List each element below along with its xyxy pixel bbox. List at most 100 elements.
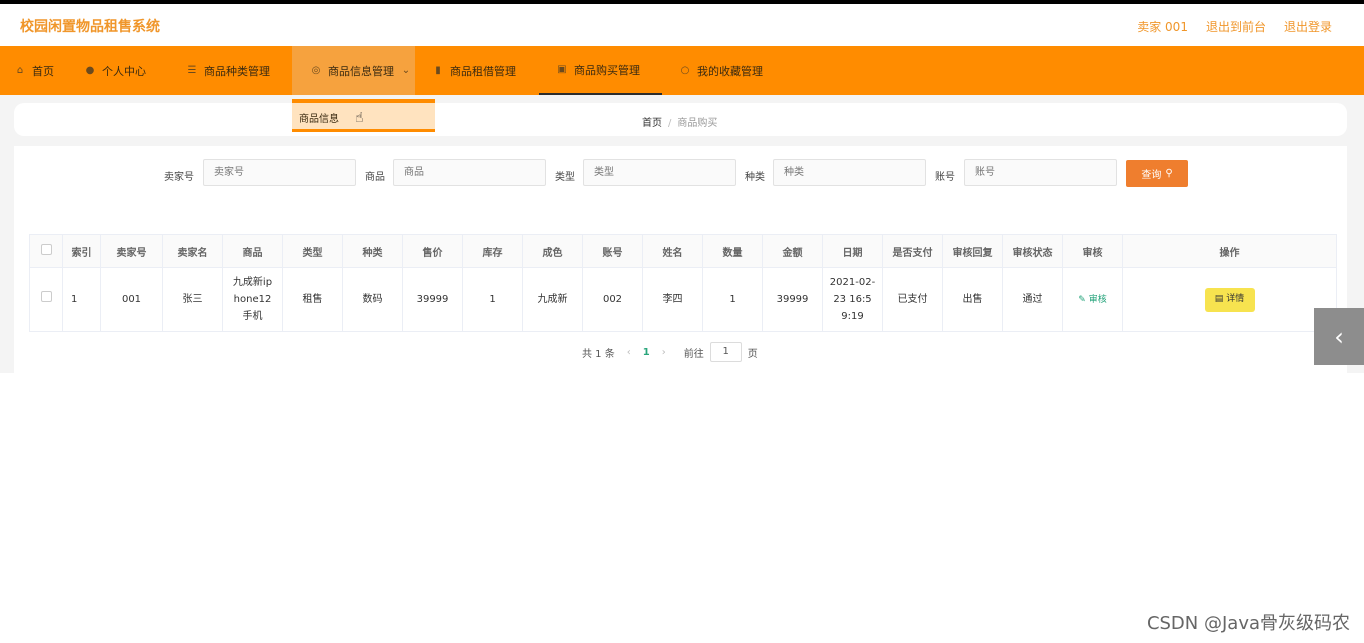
column-header: 姓名 [642, 234, 703, 268]
cell-quantity: 1 [702, 267, 763, 332]
column-header: 审核状态 [1002, 234, 1063, 268]
search-input-seller-no[interactable] [203, 159, 356, 186]
detail-button[interactable]: ▤ 详情 [1204, 287, 1255, 312]
search-label-category: 种类 [745, 172, 765, 183]
mouse-cursor-icon: ☝ [355, 110, 364, 126]
logout-link[interactable]: 退出登录 [1284, 18, 1332, 35]
column-header: 种类 [342, 234, 403, 268]
audit-link[interactable]: ✎ 审核 [1078, 295, 1106, 305]
table-header-row: 索引 卖家号 卖家名 商品 类型 种类 售价 库存 成色 账号 姓名 数量 金额… [29, 234, 1337, 268]
row-select-cell[interactable] [29, 267, 63, 332]
nav-label: 商品种类管理 [204, 64, 270, 78]
document-icon: ▤ [1214, 294, 1224, 304]
cell-audit: ✎ 审核 [1062, 267, 1123, 332]
cell-product: 九成新iphone12手机 [222, 267, 283, 332]
list-icon: ☰ [187, 65, 197, 76]
user-icon: ● [85, 65, 95, 76]
cell-seller-no: 001 [100, 267, 163, 332]
cell-stock: 1 [462, 267, 523, 332]
nav-item-rental-management[interactable]: ▮ 商品租借管理 [432, 46, 516, 95]
prev-page-icon[interactable]: ‹ [627, 347, 631, 358]
cell-audit-reply: 出售 [942, 267, 1003, 332]
column-header: 是否支付 [882, 234, 943, 268]
chevron-down-icon: ⌄ [401, 65, 411, 76]
header-links: 卖家 001 退出到前台 退出登录 [1137, 18, 1332, 35]
cell-amount: 39999 [762, 267, 823, 332]
search-label-type: 类型 [555, 172, 575, 183]
nav-item-purchase-management[interactable]: ▣ 商品购买管理 [539, 46, 662, 95]
dropdown-item-product-info[interactable]: 商品信息 [299, 110, 339, 125]
cell-category: 数码 [342, 267, 403, 332]
nav-label: 首页 [32, 64, 54, 78]
column-header: 售价 [402, 234, 463, 268]
column-header: 日期 [822, 234, 883, 268]
detail-button-label: 详情 [1226, 294, 1245, 304]
search-input-product[interactable] [393, 159, 546, 186]
column-header: 审核 [1062, 234, 1123, 268]
picture-icon: ▣ [557, 64, 567, 75]
nav-label: 商品租借管理 [450, 64, 516, 78]
column-header: 卖家名 [162, 234, 223, 268]
search-label-product: 商品 [365, 172, 385, 183]
column-header: 库存 [462, 234, 523, 268]
column-header: 成色 [522, 234, 583, 268]
page-number-current[interactable]: 1 [643, 347, 650, 358]
breadcrumb-home[interactable]: 首页 [642, 118, 662, 129]
search-icon: ⚲ [1165, 168, 1173, 179]
main-nav: ⌂ 首页 ● 个人中心 ☰ 商品种类管理 ◎ 商品信息管理 ⌄ ▮ 商品租借管理… [0, 46, 1364, 95]
app-header: 校园闲置物品租售系统 卖家 001 退出到前台 退出登录 [0, 4, 1364, 46]
cell-date: 2021-02-23 16:59:19 [822, 267, 883, 332]
exit-front-link[interactable]: 退出到前台 [1206, 18, 1266, 35]
nav-item-home[interactable]: ⌂ 首页 [14, 46, 54, 95]
cell-audit-status: 通过 [1002, 267, 1063, 332]
search-input-type[interactable] [583, 159, 736, 186]
breadcrumb-separator: / [668, 118, 672, 129]
breadcrumb-current: 商品购买 [677, 118, 718, 129]
search-label-seller-no: 卖家号 [164, 172, 194, 183]
cell-index: 1 [62, 267, 101, 332]
column-header: 索引 [62, 234, 101, 268]
pagination-total: 共 1 条 [582, 348, 615, 360]
nav-label: 商品信息管理 [328, 64, 394, 78]
edit-icon: ✎ [1078, 294, 1086, 305]
page-suffix: 页 [747, 348, 758, 360]
column-header: 账号 [582, 234, 643, 268]
chevron-left-icon[interactable]: ‹ [1314, 308, 1364, 365]
cell-price: 39999 [402, 267, 463, 332]
column-header: 数量 [702, 234, 763, 268]
goto-label: 前往 [683, 348, 704, 360]
table-row: 1 001 张三 九成新iphone12手机 租售 数码 39999 1 九成新… [29, 267, 1337, 332]
cell-condition: 九成新 [522, 267, 583, 332]
clipboard-icon: ▮ [435, 65, 441, 76]
home-icon: ⌂ [16, 65, 24, 76]
app-title: 校园闲置物品租售系统 [20, 19, 160, 35]
watermark: CSDN @Java骨灰级码农 [1146, 613, 1350, 634]
circle-icon: ○ [680, 65, 690, 76]
nav-item-personal-center[interactable]: ● 个人中心 [84, 46, 146, 95]
compass-icon: ◎ [311, 65, 321, 76]
next-page-icon[interactable]: › [662, 347, 666, 358]
search-input-account[interactable] [964, 159, 1117, 186]
column-header: 审核回复 [942, 234, 1003, 268]
row-checkbox[interactable] [40, 291, 52, 302]
purchase-table: 索引 卖家号 卖家名 商品 类型 种类 售价 库存 成色 账号 姓名 数量 金额… [29, 234, 1337, 332]
column-header: 操作 [1122, 234, 1337, 268]
column-header: 金额 [762, 234, 823, 268]
cell-actions: ▤ 详情 [1122, 267, 1337, 332]
select-all-checkbox[interactable] [40, 244, 52, 255]
nav-label: 商品购买管理 [574, 63, 640, 77]
search-button[interactable]: 查询 ⚲ [1126, 160, 1188, 187]
search-button-label: 查询 [1141, 170, 1162, 181]
user-label[interactable]: 卖家 001 [1137, 18, 1188, 35]
search-label-account: 账号 [935, 172, 955, 183]
nav-label: 个人中心 [102, 64, 146, 78]
select-all-cell[interactable] [29, 234, 63, 268]
nav-item-category-management[interactable]: ☰ 商品种类管理 [186, 46, 270, 95]
cell-account: 002 [582, 267, 643, 332]
audit-link-label: 审核 [1088, 294, 1107, 305]
nav-label: 我的收藏管理 [697, 64, 763, 78]
search-input-category[interactable] [773, 159, 926, 186]
nav-item-product-info-management[interactable]: ◎ 商品信息管理 ⌄ [292, 46, 415, 95]
goto-page-input[interactable]: 1 [709, 342, 742, 362]
nav-item-favorites-management[interactable]: ○ 我的收藏管理 [679, 46, 763, 95]
